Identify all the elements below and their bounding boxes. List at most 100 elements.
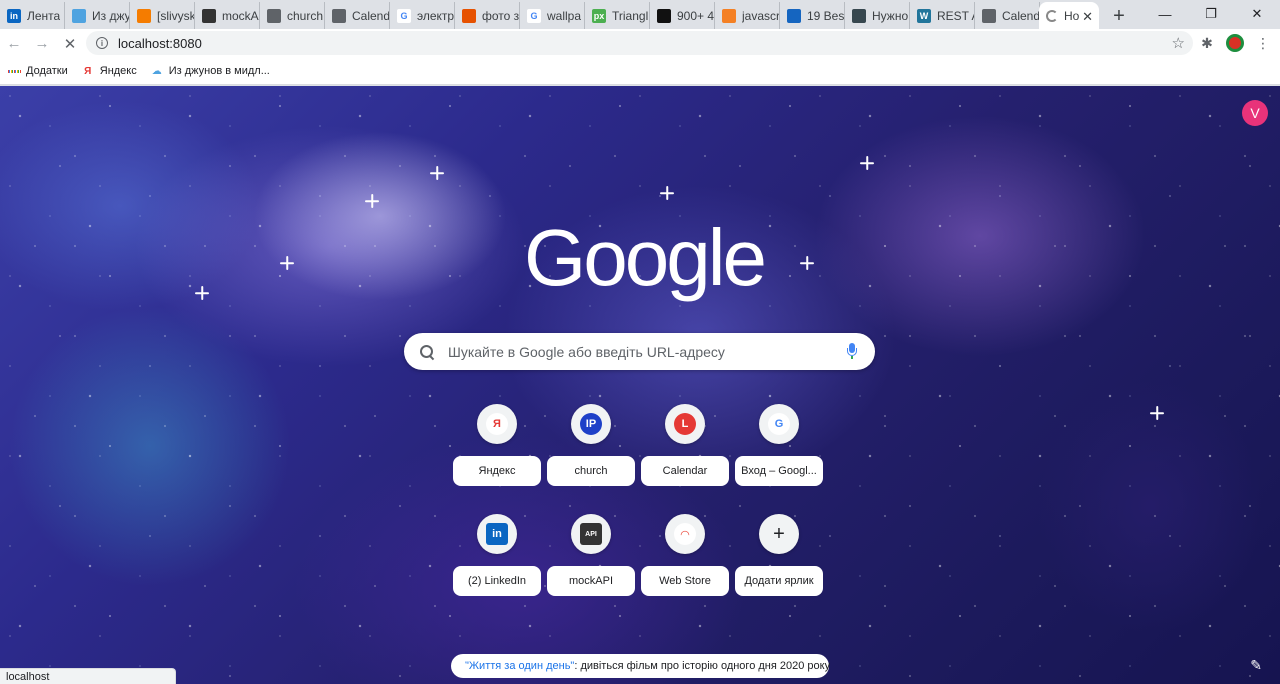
shortcut-icon-circle[interactable]: L bbox=[665, 404, 705, 444]
tab[interactable]: Gэлектр bbox=[390, 2, 455, 30]
shortcut-label[interactable]: church bbox=[547, 456, 635, 486]
menu-icon[interactable]: ⋮ bbox=[1252, 31, 1274, 55]
tab[interactable]: Нужно bbox=[845, 2, 910, 30]
shortcut-icon-circle[interactable]: ◠ bbox=[665, 514, 705, 554]
back-button[interactable]: ← bbox=[0, 30, 28, 58]
tab-title: Из джу bbox=[92, 9, 129, 23]
address-bar[interactable]: i localhost:8080 ☆ bbox=[86, 31, 1193, 55]
star-flare-decor bbox=[800, 256, 814, 270]
maximize-button[interactable]: ❐ bbox=[1188, 0, 1234, 28]
new-tab-button[interactable]: + bbox=[1105, 2, 1133, 30]
google-logo: Google bbox=[524, 213, 767, 302]
apps-icon bbox=[8, 65, 20, 77]
browser-toolbar: ← → ✕ i localhost:8080 ☆ ✱ ⋮ bbox=[0, 29, 1280, 58]
minimize-button[interactable]: — bbox=[1142, 0, 1188, 28]
tab[interactable]: 900+ 4 bbox=[650, 2, 715, 30]
promo-link[interactable]: "Життя за один день" bbox=[465, 660, 574, 672]
shortcut-label[interactable]: (2) LinkedIn bbox=[453, 566, 541, 596]
tab-title: wallpa bbox=[547, 9, 582, 23]
tab[interactable]: javascr bbox=[715, 2, 780, 30]
shortcut-tile[interactable]: L Calendar bbox=[638, 404, 732, 486]
ip-icon: IP bbox=[580, 413, 602, 435]
promo-text: : дивіться фільм про історію одного дня … bbox=[574, 660, 831, 672]
tab-title: электр bbox=[417, 9, 454, 23]
shortcut-icon-circle[interactable]: in bbox=[477, 514, 517, 554]
profile-icon bbox=[1226, 34, 1244, 52]
shortcut-label[interactable]: Додати ярлик bbox=[735, 566, 823, 596]
star-flare-decor bbox=[860, 156, 874, 170]
profile-button[interactable] bbox=[1224, 31, 1246, 55]
yandex-icon: Я bbox=[486, 413, 508, 435]
shortcut-label[interactable]: Вход – Googl... bbox=[735, 456, 823, 486]
tab[interactable]: mockA bbox=[195, 2, 260, 30]
tab[interactable]: church bbox=[260, 2, 325, 30]
tab-title: Calend bbox=[1002, 9, 1039, 23]
shortcut-tile[interactable]: ◠ Web Store bbox=[638, 514, 732, 596]
bookmark-star-icon[interactable]: ☆ bbox=[1172, 34, 1185, 52]
globe-icon bbox=[267, 9, 281, 23]
shortcut-tile[interactable]: Я Яндекс bbox=[450, 404, 544, 486]
owl-icon bbox=[787, 9, 801, 23]
tab-title: Triangl bbox=[612, 9, 649, 23]
shortcut-label[interactable]: Web Store bbox=[641, 566, 729, 596]
search-box[interactable] bbox=[404, 333, 875, 370]
close-tab-icon[interactable]: ✕ bbox=[1082, 9, 1093, 25]
tab[interactable]: [slivysk bbox=[130, 2, 195, 30]
tab[interactable]: Из джу bbox=[65, 2, 130, 30]
shortcut-icon-circle[interactable]: IP bbox=[571, 404, 611, 444]
add-icon: + bbox=[768, 523, 790, 545]
tab[interactable]: Calend bbox=[325, 2, 390, 30]
bookmark-juniors[interactable]: ☁ Из джунов в мидл... bbox=[151, 65, 270, 77]
bookmark-label: Из джунов в мидл... bbox=[168, 65, 270, 77]
unsplash-icon bbox=[657, 9, 671, 23]
shortcut-icon-circle[interactable]: Я bbox=[477, 404, 517, 444]
shortcut-icon-circle[interactable]: + bbox=[759, 514, 799, 554]
px-icon: px bbox=[592, 9, 606, 23]
close-window-button[interactable]: ✕ bbox=[1234, 0, 1280, 28]
toolbar-actions: ✱ ⋮ bbox=[1196, 31, 1274, 55]
star-flare-decor bbox=[430, 166, 444, 180]
shortcut-tile[interactable]: IP church bbox=[544, 404, 638, 486]
shortcut-tile[interactable]: G Вход – Googl... bbox=[732, 404, 826, 486]
promo-banner[interactable]: "Життя за один день" : дивіться фільм пр… bbox=[451, 654, 831, 678]
bookmark-apps[interactable]: Додатки bbox=[8, 65, 68, 77]
tab-active[interactable]: Но ✕ bbox=[1039, 2, 1099, 30]
bookmarks-bar: Додатки Я Яндекс ☁ Из джунов в мидл... bbox=[0, 58, 1280, 85]
tab-title: Лента bbox=[27, 9, 61, 23]
search-input[interactable] bbox=[448, 343, 838, 360]
loading-spinner-icon bbox=[1046, 10, 1058, 22]
shortcut-icon-circle[interactable]: API bbox=[571, 514, 611, 554]
tab-title: javascr bbox=[742, 9, 779, 23]
stop-loading-button[interactable]: ✕ bbox=[56, 30, 84, 58]
shortcut-label[interactable]: mockAPI bbox=[547, 566, 635, 596]
microphone-icon[interactable] bbox=[847, 343, 857, 360]
tab[interactable]: 19 Bes bbox=[780, 2, 845, 30]
address-bar-url[interactable]: localhost:8080 bbox=[118, 36, 202, 51]
shortcut-label[interactable]: Calendar bbox=[641, 456, 729, 486]
window-controls: — ❐ ✕ bbox=[1142, 0, 1280, 28]
tab[interactable]: W REST A bbox=[910, 2, 975, 30]
forward-button[interactable]: → bbox=[28, 30, 56, 58]
bookmark-label: Яндекс bbox=[99, 65, 137, 77]
shortcut-tile[interactable]: API mockAPI bbox=[544, 514, 638, 596]
shortcut-label[interactable]: Яндекс bbox=[453, 456, 541, 486]
shortcut-tile[interactable]: in (2) LinkedIn bbox=[450, 514, 544, 596]
extensions-icon[interactable]: ✱ bbox=[1196, 31, 1218, 55]
account-avatar[interactable]: V bbox=[1242, 100, 1268, 126]
tab-title: Нужно bbox=[872, 9, 909, 23]
square-icon bbox=[852, 9, 866, 23]
star-flare-decor bbox=[660, 186, 674, 200]
shortcut-icon-circle[interactable]: G bbox=[759, 404, 799, 444]
globe-icon bbox=[982, 9, 996, 23]
tab[interactable]: Gwallpa bbox=[520, 2, 585, 30]
site-info-icon[interactable]: i bbox=[96, 37, 108, 49]
bookmark-yandex[interactable]: Я Яндекс bbox=[82, 65, 137, 77]
shortcut-tile[interactable]: + Додати ярлик bbox=[732, 514, 826, 596]
tab[interactable]: in Лента bbox=[0, 2, 65, 30]
tab[interactable]: фото з bbox=[455, 2, 520, 30]
wordpress-icon: W bbox=[917, 9, 931, 23]
tab[interactable]: px Triangl bbox=[585, 2, 650, 30]
tab[interactable]: Calend bbox=[975, 2, 1040, 30]
tab-title: 900+ 4 bbox=[677, 9, 714, 23]
customize-pencil-icon[interactable]: ✎ bbox=[1250, 657, 1262, 674]
